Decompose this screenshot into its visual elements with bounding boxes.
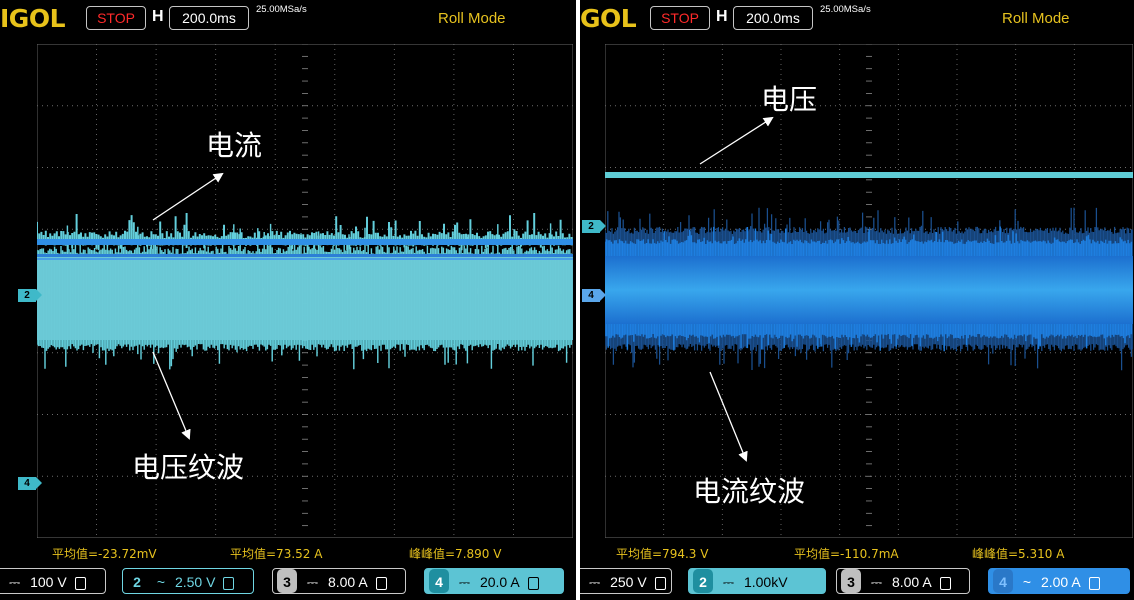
measurement-3: 峰峰值=7.890 V: [409, 547, 502, 561]
measurement-1: 平均值=-23.72mV: [52, 547, 157, 561]
scale-value: 2.00 A: [1040, 574, 1081, 590]
channel-1-scale[interactable]: ⎓ 100 V: [0, 568, 106, 594]
channel-2-offset-marker[interactable]: 2: [582, 220, 606, 233]
coupling-icon: ⎓: [458, 574, 471, 590]
measurement-2: 平均值=-110.7mA: [794, 547, 899, 561]
coupling-icon: ⎓: [722, 574, 735, 590]
channel-3-scale[interactable]: 3 ⎓ 8.00 A: [836, 568, 970, 594]
bandwidth-limit-icon: [527, 576, 539, 590]
channel-4-offset-marker[interactable]: 4: [18, 477, 42, 490]
channel-number: 2: [693, 569, 713, 593]
status-bar: GOL STOP H 200.0ms 25.00MSa/s Roll Mode: [580, 0, 1134, 36]
bandwidth-limit-icon: [654, 576, 666, 590]
channel-number: 2: [133, 574, 141, 590]
annotation-current-ripple: 电流纹波: [693, 475, 806, 508]
scale-value: 8.00 A: [327, 574, 368, 590]
coupling-icon: ⎓: [589, 574, 601, 590]
brand-logo: GOL: [580, 4, 637, 33]
oscilloscope-screen-right: GOL STOP H 200.0ms 25.00MSa/s Roll Mode …: [580, 0, 1134, 600]
coupling-icon: ~: [156, 574, 166, 590]
brand-logo: IGOL: [0, 4, 66, 33]
sample-rate: 25.00MSa/s: [256, 4, 307, 15]
bandwidth-limit-icon: [223, 576, 235, 590]
measurement-3: 峰峰值=5.310 A: [972, 547, 1065, 561]
coupling-icon: ⎓: [306, 574, 319, 590]
scale-value: 1.00kV: [743, 574, 788, 590]
run-stop-status[interactable]: STOP: [650, 6, 710, 30]
channel-bar: ⎓ 250 V 2 ⎓ 1.00kV 3 ⎓ 8.00 A 4 ~ 2.00 A: [580, 568, 1134, 596]
measurement-2: 平均值=73.52 A: [230, 547, 323, 561]
scale-value: 100 V: [30, 574, 67, 590]
bandwidth-limit-icon: [1088, 576, 1100, 590]
run-stop-status[interactable]: STOP: [86, 6, 146, 30]
status-bar: IGOL STOP H 200.0ms 25.00MSa/s Roll Mode: [0, 0, 576, 36]
waveform-grid: [605, 44, 1133, 538]
coupling-icon: ~: [1022, 574, 1032, 590]
coupling-icon: ⎓: [9, 574, 21, 590]
horizontal-label: H: [152, 8, 164, 25]
channel-number: 3: [841, 569, 861, 593]
scale-value: 250 V: [610, 574, 647, 590]
annotation-voltage-ripple: 电压纹波: [132, 451, 245, 484]
channel-number: 4: [429, 569, 449, 593]
acquisition-mode: Roll Mode: [438, 10, 506, 27]
timebase-setting[interactable]: 200.0ms: [733, 6, 813, 30]
acquisition-mode: Roll Mode: [1002, 10, 1070, 27]
channel-2-scale[interactable]: 2 ~ 2.50 V: [122, 568, 254, 594]
annotation-current: 电流: [206, 129, 263, 162]
waveform-display: [605, 44, 1133, 538]
channel-4-scale[interactable]: 4 ⎓ 20.0 A: [424, 568, 564, 594]
oscilloscope-screen-left: IGOL STOP H 200.0ms 25.00MSa/s Roll Mode…: [0, 0, 576, 600]
horizontal-label: H: [716, 8, 728, 25]
bandwidth-limit-icon: [375, 576, 387, 590]
scale-value: 20.0 A: [479, 574, 520, 590]
channel-3-scale[interactable]: 3 ⎓ 8.00 A: [272, 568, 406, 594]
channel-number: 3: [277, 569, 297, 593]
measurement-1: 平均值=794.3 V: [616, 547, 709, 561]
waveform-grid: [37, 44, 573, 538]
bandwidth-limit-icon: [74, 576, 86, 590]
annotation-voltage: 电压: [761, 83, 818, 116]
waveform-display: [37, 44, 573, 538]
coupling-icon: ⎓: [870, 574, 883, 590]
bandwidth-limit-icon: [939, 576, 951, 590]
channel-4-scale[interactable]: 4 ~ 2.00 A: [988, 568, 1130, 594]
timebase-setting[interactable]: 200.0ms: [169, 6, 249, 30]
channel-1-scale[interactable]: ⎓ 250 V: [580, 568, 672, 594]
channel-bar: ⎓ 100 V 2 ~ 2.50 V 3 ⎓ 8.00 A 4 ⎓ 20.0 A: [0, 568, 576, 596]
channel-2-offset-marker[interactable]: 2: [18, 289, 42, 302]
sample-rate: 25.00MSa/s: [820, 4, 871, 15]
channel-2-scale[interactable]: 2 ⎓ 1.00kV: [688, 568, 826, 594]
scale-value: 2.50 V: [174, 574, 216, 590]
scale-value: 8.00 A: [891, 574, 932, 590]
channel-number: 4: [993, 569, 1013, 593]
channel-4-offset-marker[interactable]: 4: [582, 289, 606, 302]
